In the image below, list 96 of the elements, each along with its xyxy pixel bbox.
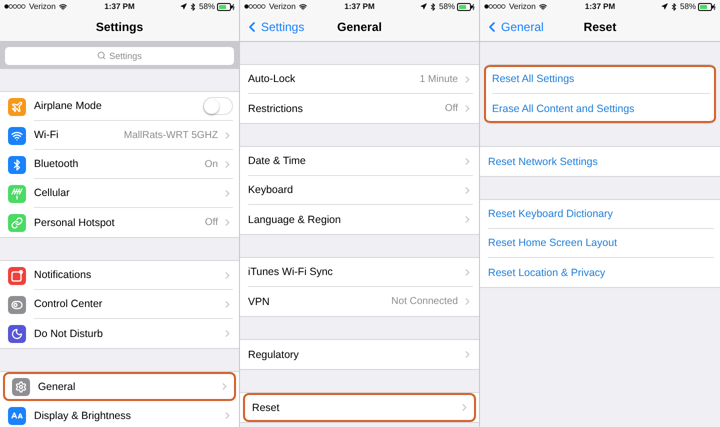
row-value: MallRats-WRT 5GHZ bbox=[124, 130, 218, 140]
settings-row[interactable]: Personal Hotspot Off bbox=[0, 208, 239, 237]
battery-icon bbox=[217, 2, 236, 10]
wifi-status-icon bbox=[538, 2, 547, 10]
settings-row[interactable]: Reset Network Settings bbox=[480, 147, 720, 176]
row-label: Display & Brightness bbox=[34, 410, 132, 422]
row-label: Do Not Disturb bbox=[34, 328, 104, 340]
link-icon bbox=[11, 216, 23, 228]
carrier-name: Verizon bbox=[269, 2, 296, 11]
settings-row[interactable]: Control Center bbox=[0, 290, 239, 319]
row-value: 1 Minute bbox=[420, 74, 458, 84]
row-label: Language & Region bbox=[248, 214, 342, 226]
signal-icon bbox=[4, 4, 26, 9]
nav-title: Reset bbox=[584, 20, 616, 34]
row-label: Erase All Content and Settings bbox=[492, 102, 636, 114]
notification-square-icon bbox=[11, 270, 23, 282]
nav-title: Settings bbox=[96, 20, 144, 34]
settings-row[interactable]: Notifications bbox=[0, 261, 239, 290]
carrier-name: Verizon bbox=[29, 2, 56, 11]
settings-row[interactable]: Regulatory bbox=[240, 340, 479, 369]
row-label: Bluetooth bbox=[34, 158, 80, 170]
settings-row[interactable]: Erase All Content and Settings bbox=[484, 94, 716, 123]
status-time: 1:37 PM bbox=[344, 2, 375, 11]
search-icon bbox=[97, 51, 106, 60]
bluetooth-status-icon bbox=[189, 2, 197, 10]
row-value: Not Connected bbox=[391, 296, 458, 307]
row-label: Notifications bbox=[34, 269, 92, 281]
settings-row[interactable]: Language & Region bbox=[240, 205, 479, 234]
settings-row[interactable]: Date & Time bbox=[240, 147, 479, 176]
row-label: Reset bbox=[252, 402, 280, 414]
status-time: 1:37 PM bbox=[584, 2, 616, 11]
settings-row[interactable]: Reset All Settings bbox=[484, 65, 716, 94]
row-label: iTunes Wi-Fi Sync bbox=[248, 266, 334, 278]
location-icon bbox=[420, 3, 427, 10]
row-label: Personal Hotspot bbox=[34, 216, 116, 228]
toggle-switch[interactable] bbox=[203, 97, 233, 115]
row-label: Reset All Settings bbox=[492, 73, 576, 85]
search-placeholder: Settings bbox=[109, 50, 142, 60]
nav-title: General bbox=[337, 20, 382, 34]
battery-percent: 58% bbox=[439, 2, 456, 11]
antenna-icon bbox=[11, 188, 23, 200]
row-label: Reset Location & Privacy bbox=[488, 266, 606, 278]
row-label: Restrictions bbox=[248, 102, 304, 114]
row-label: Auto-Lock bbox=[248, 73, 296, 85]
row-label: Keyboard bbox=[248, 184, 294, 196]
settings-row[interactable]: Reset Keyboard Dictionary bbox=[480, 200, 720, 229]
settings-row[interactable]: Wi-Fi MallRats-WRT 5GHZ bbox=[0, 121, 239, 150]
settings-row[interactable]: Auto-Lock 1 Minute bbox=[240, 65, 479, 94]
settings-row[interactable]: VPN Not Connected bbox=[240, 287, 479, 316]
row-label: General bbox=[38, 380, 76, 392]
settings-row[interactable]: iTunes Wi-Fi Sync bbox=[240, 258, 479, 287]
row-value: Off bbox=[444, 103, 458, 114]
signal-icon bbox=[484, 4, 506, 9]
moon-icon bbox=[11, 328, 23, 340]
settings-row[interactable]: Airplane Mode bbox=[0, 92, 239, 121]
battery-percent: 58% bbox=[199, 2, 216, 11]
wifi-status-icon bbox=[298, 2, 307, 10]
row-label: Control Center bbox=[34, 298, 104, 310]
bluetooth-status-icon bbox=[670, 2, 678, 10]
battery-percent: 58% bbox=[680, 2, 696, 11]
bluetooth-status-icon bbox=[429, 2, 437, 10]
wifi-icon bbox=[11, 130, 23, 142]
text-size-icon bbox=[11, 410, 23, 422]
row-label: Date & Time bbox=[248, 155, 307, 167]
row-label: Regulatory bbox=[248, 348, 300, 360]
settings-row[interactable]: Reset Home Screen Layout bbox=[480, 229, 720, 258]
toggles-icon bbox=[11, 298, 23, 310]
signal-icon bbox=[244, 4, 266, 9]
settings-row[interactable]: Restrictions Off bbox=[240, 94, 479, 123]
bluetooth-icon bbox=[11, 158, 23, 170]
row-value: Off bbox=[204, 217, 218, 228]
row-label: Reset Network Settings bbox=[488, 156, 599, 168]
location-icon bbox=[180, 3, 187, 10]
row-label: Reset Home Screen Layout bbox=[488, 237, 618, 249]
settings-row[interactable]: General bbox=[3, 372, 236, 401]
settings-icon bbox=[15, 380, 27, 392]
carrier-name: Verizon bbox=[509, 2, 536, 11]
settings-row[interactable]: Reset Location & Privacy bbox=[480, 258, 720, 287]
wifi-status-icon bbox=[58, 2, 67, 10]
battery-icon bbox=[457, 2, 476, 10]
row-label: Airplane Mode bbox=[34, 100, 103, 112]
settings-row[interactable]: Reset bbox=[243, 393, 476, 422]
settings-row[interactable]: Do Not Disturb bbox=[0, 319, 239, 348]
row-label: Wi-Fi bbox=[34, 129, 60, 141]
settings-row[interactable]: Bluetooth On bbox=[0, 150, 239, 179]
battery-icon bbox=[698, 2, 716, 10]
row-label: Cellular bbox=[34, 187, 71, 199]
row-value: On bbox=[204, 158, 218, 170]
airplane-icon bbox=[11, 100, 23, 112]
status-time: 1:37 PM bbox=[104, 2, 135, 11]
location-icon bbox=[661, 3, 668, 10]
row-label: Reset Keyboard Dictionary bbox=[488, 208, 614, 220]
settings-row[interactable]: Keyboard bbox=[240, 176, 479, 205]
settings-row[interactable]: Display & Brightness bbox=[0, 401, 239, 427]
row-label: VPN bbox=[248, 296, 271, 308]
settings-row[interactable]: Cellular bbox=[0, 179, 239, 208]
